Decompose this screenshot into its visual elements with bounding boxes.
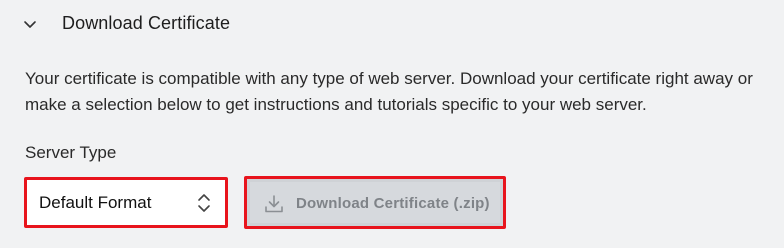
download-icon	[265, 195, 283, 213]
description-text: Your certificate is compatible with any …	[25, 69, 753, 114]
server-type-select[interactable]: Default Format	[24, 177, 228, 228]
section-title: Download Certificate	[62, 13, 231, 33]
select-arrows-icon	[198, 194, 210, 212]
download-certificate-button[interactable]: Download Certificate (.zip)	[244, 176, 506, 229]
server-type-label: Server Type	[25, 143, 117, 162]
section-header[interactable]: Download Certificate	[0, 0, 784, 48]
server-type-selected-value: Default Format	[39, 193, 152, 212]
download-button-label: Download Certificate (.zip)	[296, 195, 490, 212]
chevron-down-icon[interactable]	[22, 16, 38, 32]
